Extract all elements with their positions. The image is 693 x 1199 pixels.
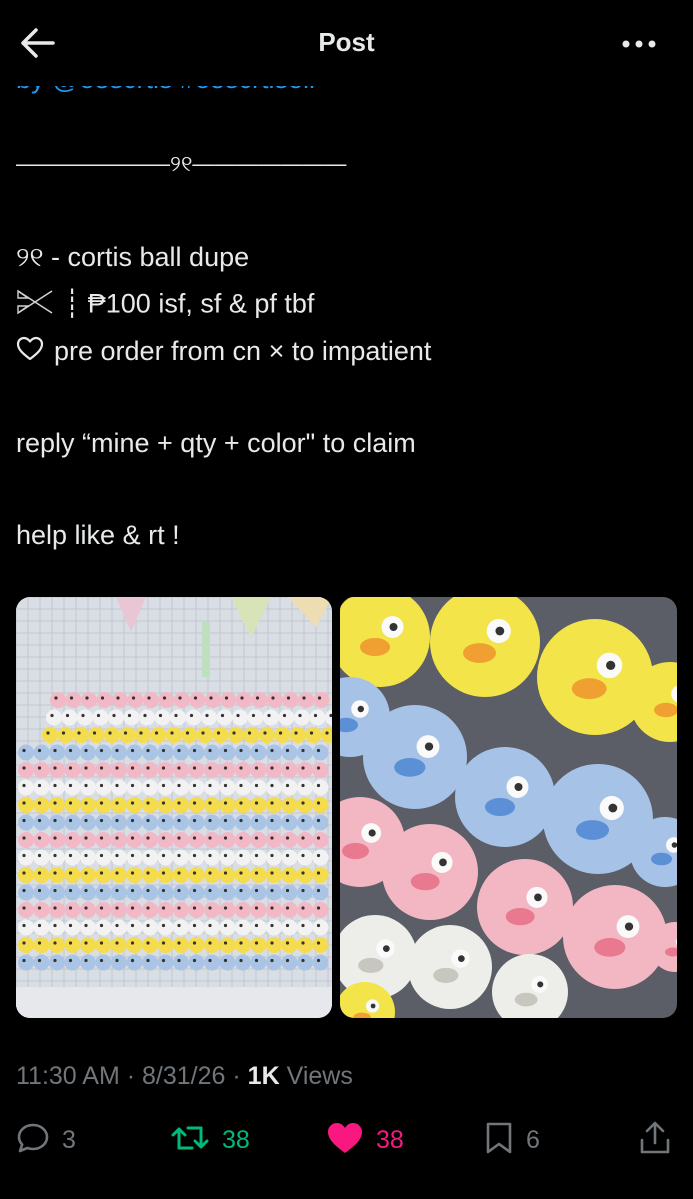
post-line-price: ┊ ₱100 isf, sf & pf tbf — [16, 288, 314, 323]
post-line-item-name: ୨୧ - cortis ball dupe — [16, 242, 249, 274]
views-count: 1K — [247, 1062, 280, 1090]
reply-button[interactable]: 3 — [16, 1120, 76, 1160]
post-time: 11:30 AM — [16, 1062, 120, 1090]
page-title: Post — [318, 27, 375, 57]
post-date: 8/31/26 — [142, 1062, 226, 1090]
views-label: Views — [286, 1062, 353, 1090]
post-line-help: help like & rt ! — [16, 520, 180, 550]
bookmark-icon — [484, 1121, 514, 1160]
repost-count: 38 — [222, 1125, 250, 1154]
plush-wall-photo[interactable] — [16, 597, 332, 1018]
item-name-text: - cortis ball dupe — [43, 242, 250, 272]
preorder-text: pre order from cn × to impatient — [54, 336, 432, 366]
more-options-icon[interactable] — [621, 30, 657, 58]
reply-count: 3 — [62, 1125, 76, 1154]
scissors-icon — [16, 288, 54, 323]
decorative-divider: ———————୨୧——————— — [16, 151, 347, 176]
price-text: ┊ ₱100 isf, sf & pf tbf — [64, 288, 315, 319]
post-line-claim: reply “mine + qty + color" to claim — [16, 428, 416, 458]
like-button[interactable]: 38 — [326, 1120, 404, 1160]
heart-outline-icon — [16, 336, 44, 369]
bookmark-count: 6 — [526, 1125, 540, 1154]
share-icon — [639, 1121, 671, 1160]
post-timestamp-views: 11:30 AM · 8/31/26 · 1K Views — [16, 1062, 353, 1090]
bookmark-button[interactable]: 6 — [484, 1120, 540, 1160]
action-bar: 3 38 38 6 — [0, 1120, 693, 1160]
top-bar: Post — [0, 0, 693, 86]
plush-closeup-photo[interactable] — [340, 597, 677, 1018]
like-count: 38 — [376, 1125, 404, 1154]
post-line-preorder: pre order from cn × to impatient — [16, 336, 431, 369]
share-button[interactable] — [639, 1120, 671, 1160]
bow-symbol: ୨୧ — [16, 242, 44, 272]
reply-icon — [16, 1121, 50, 1160]
repost-icon — [170, 1121, 210, 1160]
heart-filled-icon — [326, 1121, 364, 1160]
repost-button[interactable]: 38 — [170, 1120, 250, 1160]
